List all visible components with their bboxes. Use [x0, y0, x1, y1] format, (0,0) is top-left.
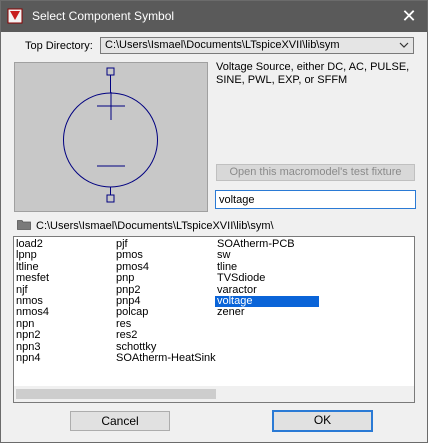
title-bar: Select Component Symbol ✕: [1, 1, 427, 32]
folder-icon: [17, 219, 31, 230]
component-list[interactable]: load2 lpnp ltline mesfet njf nmos nmos4 …: [13, 236, 415, 403]
open-test-fixture-button[interactable]: Open this macromodel's test fixture: [216, 164, 415, 181]
top-directory-value: C:\Users\Ismael\Documents\LTspiceXVII\li…: [105, 39, 340, 51]
list-item[interactable]: npn2: [14, 329, 49, 341]
list-column-2: pjf pmos pmos4 pnp pnp2 pnp4 polcap res …: [114, 238, 216, 364]
close-button[interactable]: ✕: [393, 3, 425, 30]
search-input[interactable]: [215, 190, 416, 209]
component-description: Voltage Source, either DC, AC, PULSE, SI…: [216, 61, 410, 86]
list-column-1: load2 lpnp ltline mesfet njf nmos nmos4 …: [14, 238, 49, 364]
list-item[interactable]: TVSdiode: [215, 272, 319, 284]
scrollbar-thumb[interactable]: [16, 389, 216, 399]
list-item[interactable]: pnp: [114, 272, 216, 284]
chevron-down-icon: [399, 40, 409, 50]
list-item[interactable]: mesfet: [14, 272, 49, 284]
ok-button[interactable]: OK: [272, 410, 373, 432]
ltspice-app-icon: [7, 8, 23, 24]
list-item[interactable]: SOAtherm-PCB: [215, 238, 319, 250]
voltage-source-symbol: [63, 67, 158, 203]
list-item[interactable]: SOAtherm-HeatSink: [114, 352, 216, 364]
dialog-window: Select Component Symbol ✕ Top Directory:…: [0, 0, 428, 443]
close-icon: ✕: [401, 6, 417, 26]
top-directory-select[interactable]: C:\Users\Ismael\Documents\LTspiceXVII\li…: [100, 37, 414, 54]
list-item[interactable]: npn4: [14, 352, 49, 364]
symbol-preview: [14, 62, 208, 212]
horizontal-scrollbar[interactable]: [14, 386, 414, 402]
list-item[interactable]: res2: [114, 329, 216, 341]
current-path-label: C:\Users\Ismael\Documents\LTspiceXVII\li…: [36, 220, 274, 232]
window-title: Select Component Symbol: [32, 9, 175, 23]
list-item[interactable]: zener: [215, 306, 319, 318]
top-directory-label: Top Directory:: [25, 40, 93, 52]
cancel-button[interactable]: Cancel: [70, 411, 170, 431]
list-column-3: SOAtherm-PCB sw tline TVSdiode varactor …: [215, 238, 319, 319]
